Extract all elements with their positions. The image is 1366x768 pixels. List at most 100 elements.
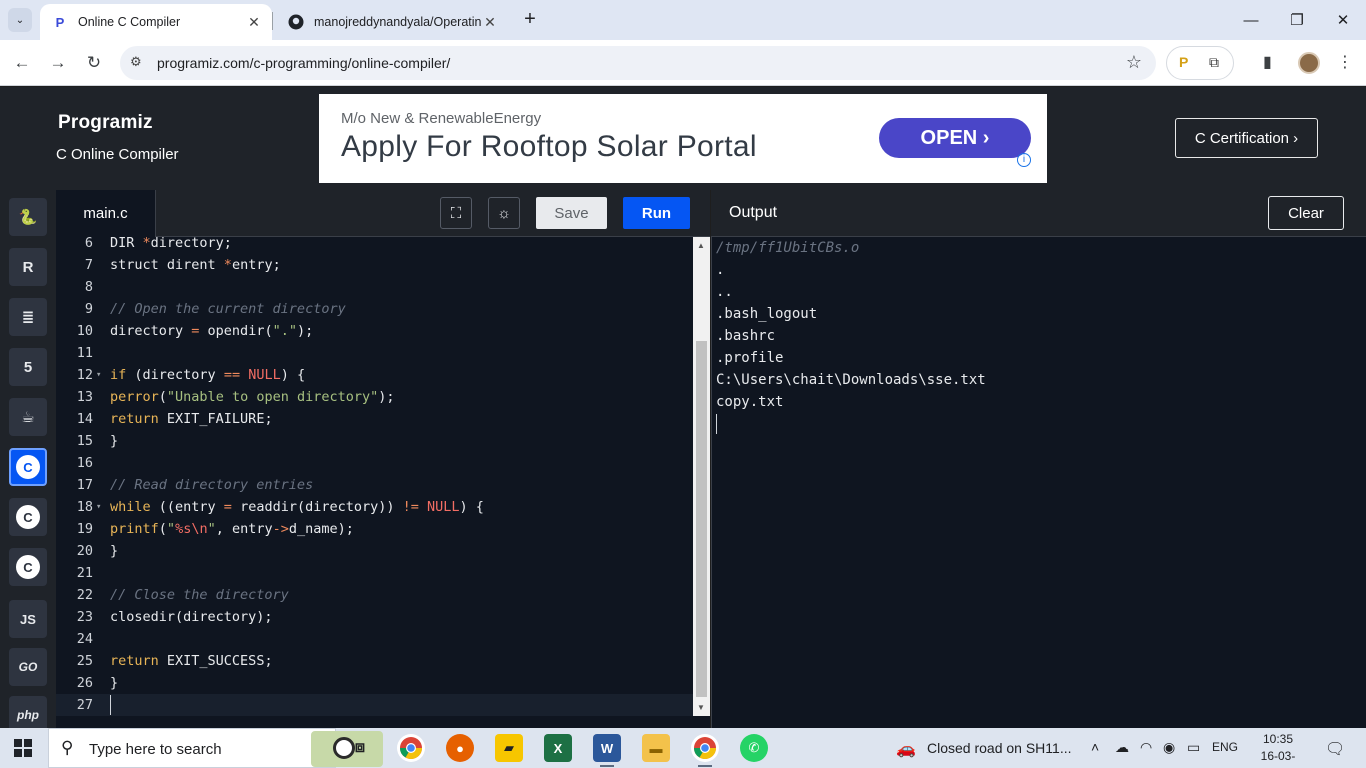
go-icon[interactable]: GO — [9, 648, 47, 686]
code-line: 13 perror("Unable to open directory"); — [76, 389, 395, 405]
language-sidebar: 🐍 R ≣ 5 ☕ C C C JS GO php — [0, 190, 56, 734]
search-icon: ⚲ — [61, 738, 74, 757]
address-bar[interactable]: ⚙ programiz.com/c-programming/online-com… — [120, 46, 1156, 80]
onedrive-icon[interactable]: ☁ — [1115, 739, 1129, 756]
back-icon[interactable]: ← — [9, 50, 35, 76]
run-button[interactable]: Run — [623, 197, 690, 229]
scroll-up-icon[interactable]: ▲ — [697, 241, 705, 250]
ad-headline: Apply For Rooftop Solar Portal — [341, 130, 757, 163]
tab-title: Online C Compiler — [78, 15, 181, 29]
traffic-alert-icon[interactable]: 🚗 — [896, 739, 916, 759]
battery-icon[interactable]: ▭ — [1187, 739, 1200, 756]
code-line: 25 return EXIT_SUCCESS; — [76, 653, 273, 669]
scroll-down-icon[interactable]: ▼ — [697, 703, 705, 712]
fold-arrow-icon[interactable]: ▾ — [96, 364, 101, 386]
reload-icon[interactable]: ↻ — [81, 50, 107, 76]
windows-start-icon[interactable] — [14, 739, 32, 757]
theme-toggle-icon[interactable]: ☼ — [488, 197, 520, 229]
cpp-icon-glyph: C — [16, 505, 40, 529]
fullscreen-icon[interactable]: ⛶ — [440, 197, 472, 229]
code-line: 23 closedir(directory); — [76, 609, 273, 625]
close-window-icon[interactable]: ✕ — [1320, 0, 1366, 40]
puzzle-extensions-icon[interactable]: ⧉ — [1209, 54, 1219, 71]
code-line: 10 directory = opendir("."); — [76, 323, 314, 339]
excel-icon[interactable]: X — [544, 734, 572, 762]
fold-arrow-icon[interactable]: ▾ — [96, 496, 101, 518]
r-icon[interactable]: R — [9, 248, 47, 286]
show-hidden-icons-icon[interactable]: ˄ — [1091, 739, 1099, 755]
chrome-icon[interactable] — [691, 734, 719, 767]
close-tab-icon[interactable]: ✕ — [246, 14, 262, 31]
site-settings-icon[interactable]: ⚙ — [130, 54, 142, 70]
ad-open-button[interactable]: OPEN › — [879, 118, 1031, 158]
extension-icon[interactable]: P — [1179, 54, 1188, 70]
file-tab-main[interactable]: main.c — [56, 190, 156, 237]
word-icon[interactable]: W — [593, 734, 621, 767]
csharp-icon[interactable]: C — [9, 548, 47, 586]
url-text: programiz.com/c-programming/online-compi… — [157, 55, 451, 71]
html-icon[interactable]: 5 — [9, 348, 47, 386]
firefox-icon[interactable]: ● — [446, 734, 474, 762]
code-line-current: 27 — [56, 694, 693, 716]
output-line: copy.txt — [716, 394, 784, 410]
file-explorer-icon[interactable]: ▬ — [642, 734, 670, 762]
ad-info-icon[interactable]: i — [1017, 153, 1031, 167]
browser-menu-icon[interactable]: ⋮ — [1337, 52, 1353, 72]
restore-icon[interactable]: ❐ — [1274, 0, 1320, 40]
cpp-icon[interactable]: C — [9, 498, 47, 536]
close-tab-icon[interactable]: ✕ — [482, 14, 498, 31]
output-console[interactable]: /tmp/ff1UbitCBs.o . .. .bash_logout .bas… — [711, 237, 1366, 728]
advertisement-banner[interactable]: M/o New & RenewableEnergy Apply For Roof… — [319, 94, 1047, 183]
chrome-profile-icon[interactable] — [397, 734, 425, 762]
browser-tab-active[interactable]: P Online C Compiler ✕ — [40, 4, 272, 40]
editor-toolbar: main.c ⛶ ☼ Save Run — [56, 190, 710, 237]
new-tab-icon[interactable]: + — [518, 8, 542, 32]
js-icon[interactable]: JS — [9, 600, 47, 638]
system-clock[interactable]: 10:35 16-03-2024 — [1248, 731, 1308, 768]
code-editor[interactable]: 6 DIR *directory; 7 struct dirent *entry; … — [56, 237, 693, 728]
output-line: .profile — [716, 350, 784, 366]
code-line: 16 — [76, 455, 93, 471]
camera-icon[interactable]: ◉ — [1163, 739, 1175, 756]
java-icon[interactable]: ☕ — [9, 398, 47, 436]
notifications-icon[interactable]: 🗨 — [1325, 739, 1345, 759]
c-icon[interactable]: C — [9, 448, 47, 486]
page-title: C Online Compiler — [56, 146, 179, 163]
minimize-icon[interactable]: — — [1228, 0, 1274, 40]
code-line: 21 — [76, 565, 93, 581]
sticky-notes-icon[interactable]: ▰ — [495, 734, 523, 762]
task-view-icon[interactable]: ⧈ — [346, 734, 374, 762]
code-line: 14 return EXIT_FAILURE; — [76, 411, 273, 427]
news-notification-text[interactable]: Closed road on SH11... — [927, 740, 1072, 756]
output-title: Output — [729, 204, 778, 221]
certification-button[interactable]: C Certification › — [1175, 118, 1318, 158]
search-placeholder: Type here to search — [89, 741, 222, 758]
taskbar-search-box[interactable]: ⚲ Type here to search — [48, 728, 383, 768]
wifi-icon[interactable]: ◠ — [1140, 739, 1152, 756]
save-button[interactable]: Save — [536, 197, 607, 229]
scrollbar-thumb[interactable] — [696, 341, 707, 697]
side-panel-icon[interactable]: ▮ — [1263, 52, 1272, 72]
tab-search-button[interactable]: ⌄ — [8, 8, 32, 32]
output-header: Output Clear — [711, 190, 1366, 237]
output-line: .bash_logout — [716, 306, 818, 322]
windows-taskbar: ⚲ Type here to search ⧈ ● ▰ X W ▬ ✆ 🚗 Cl… — [0, 728, 1366, 768]
sql-icon[interactable]: ≣ — [9, 298, 47, 336]
code-line: 26} — [76, 675, 119, 691]
profile-avatar-icon[interactable] — [1298, 52, 1320, 74]
programiz-logo[interactable]: Programiz — [58, 112, 153, 134]
python-icon[interactable]: 🐍 — [9, 198, 47, 236]
bookmark-star-icon[interactable]: ☆ — [1126, 52, 1142, 73]
browser-toolbar: ← → ↻ ⚙ programiz.com/c-programming/onli… — [0, 40, 1366, 86]
code-line: 22// Close the directory — [76, 587, 289, 603]
browser-tab-github[interactable]: manojreddynandyala/Operating ✕ — [276, 4, 508, 40]
code-line: 12 ▾ if (directory == NULL) { — [56, 364, 693, 386]
output-line: C:\Users\chait\Downloads\sse.txt — [716, 372, 986, 388]
editor-scrollbar[interactable]: ▲ ▼ — [693, 237, 710, 716]
tab-title: manojreddynandyala/Operating — [314, 15, 482, 29]
clear-button[interactable]: Clear — [1268, 196, 1344, 230]
ad-sponsor-text: M/o New & RenewableEnergy — [341, 110, 542, 127]
forward-icon[interactable]: → — [45, 50, 71, 76]
whatsapp-icon[interactable]: ✆ — [740, 734, 768, 762]
language-indicator[interactable]: ENG — [1212, 740, 1238, 754]
